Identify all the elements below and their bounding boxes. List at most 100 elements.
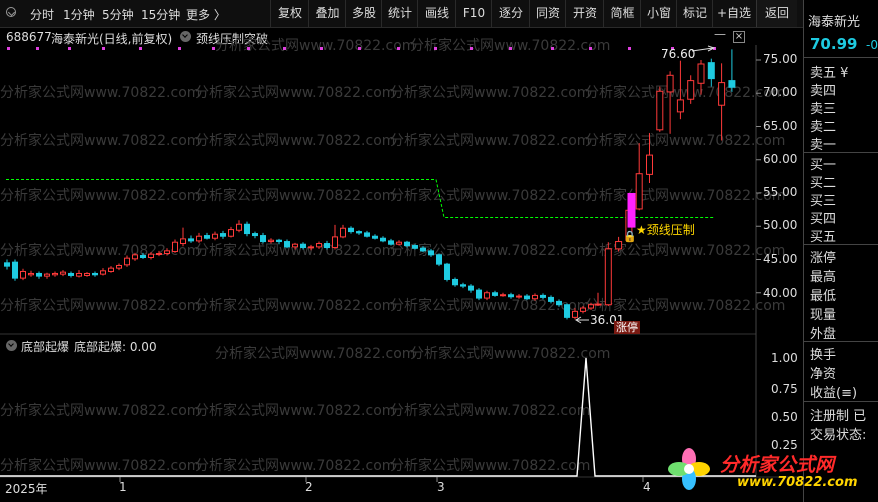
candle-body bbox=[452, 278, 458, 286]
candle-body bbox=[212, 233, 218, 239]
high-row: 最高 bbox=[810, 270, 837, 285]
indicator-tick: 0.75 bbox=[771, 382, 798, 396]
pinwheel-logo-icon bbox=[668, 448, 710, 490]
signal-dot bbox=[589, 47, 592, 50]
signal-dot bbox=[7, 47, 10, 50]
candle-body bbox=[428, 250, 434, 256]
signal-dot bbox=[68, 47, 71, 50]
candle-body bbox=[116, 264, 122, 269]
candle-body bbox=[492, 292, 498, 296]
candle-body bbox=[20, 270, 26, 279]
signal-dot bbox=[212, 47, 215, 50]
limit-up-row: 涨停 bbox=[810, 251, 837, 266]
time-axis-month: 1 bbox=[119, 480, 127, 494]
candle-body bbox=[572, 310, 578, 318]
candle-body bbox=[228, 229, 234, 237]
divider bbox=[804, 401, 878, 402]
candle-body bbox=[444, 263, 450, 280]
candle-body bbox=[436, 254, 442, 265]
indicator-panel-value: 底部起爆: 0.00 bbox=[74, 340, 157, 354]
time-axis-month: 2 bbox=[305, 480, 313, 494]
candle-body bbox=[172, 241, 178, 253]
candle-body bbox=[348, 227, 354, 233]
candle-body bbox=[718, 82, 726, 106]
candle-body bbox=[268, 239, 274, 243]
candle-body bbox=[44, 273, 50, 277]
time-axis-month: 4 bbox=[643, 480, 651, 494]
signal-dot bbox=[36, 47, 39, 50]
candle-body bbox=[516, 295, 522, 298]
time-axis-month: 3 bbox=[437, 480, 445, 494]
signal-dot bbox=[283, 47, 286, 50]
logo-url: www.70822.com bbox=[737, 475, 858, 490]
candle-body bbox=[508, 294, 514, 298]
candle-body bbox=[52, 272, 58, 276]
signal-dot bbox=[247, 47, 250, 50]
candle-body bbox=[604, 248, 612, 306]
candle-body bbox=[220, 233, 226, 237]
candle-body bbox=[340, 227, 346, 238]
chevron-down-icon[interactable] bbox=[6, 340, 17, 351]
candle-body bbox=[4, 262, 10, 267]
breakout-signal-bar bbox=[627, 193, 636, 228]
signal-dot bbox=[551, 47, 554, 50]
candle-body bbox=[180, 238, 186, 245]
candle-body bbox=[204, 235, 210, 239]
candle-body bbox=[697, 63, 705, 84]
candle-body bbox=[252, 233, 258, 237]
candle-body bbox=[292, 243, 298, 248]
price-tick: 70.00 bbox=[763, 85, 798, 99]
candle-body bbox=[635, 173, 643, 210]
candle-body bbox=[332, 236, 338, 249]
candle-body bbox=[188, 238, 194, 242]
neckline-path bbox=[6, 179, 715, 218]
candle-body bbox=[548, 296, 554, 302]
signal-dot bbox=[628, 47, 631, 50]
price-tick: 55.00 bbox=[763, 185, 798, 199]
divider bbox=[804, 341, 878, 342]
high-price-label: 76.60 bbox=[661, 47, 696, 61]
candle-body bbox=[236, 223, 242, 231]
candle-body bbox=[276, 239, 282, 243]
neckline-label: ★颈线压制 bbox=[636, 223, 695, 237]
candle-body bbox=[656, 90, 664, 131]
candle-body bbox=[615, 241, 623, 250]
net-asset-row: 净资 bbox=[810, 367, 837, 382]
signal-dot bbox=[102, 47, 105, 50]
stock-name: 海泰新光 bbox=[808, 15, 861, 30]
signal-dot bbox=[470, 47, 473, 50]
candle-body bbox=[68, 272, 74, 276]
candle-body bbox=[676, 99, 684, 113]
signal-dot bbox=[139, 47, 142, 50]
candle-body bbox=[412, 245, 418, 249]
buy-3: 买三 bbox=[810, 194, 837, 209]
signal-dot bbox=[509, 47, 512, 50]
candle-body bbox=[284, 241, 290, 248]
price-tick: 60.00 bbox=[763, 152, 798, 166]
signal-dots bbox=[7, 47, 716, 50]
price-tick: 65.00 bbox=[763, 119, 798, 133]
candle-body bbox=[76, 272, 82, 277]
signal-dot bbox=[434, 47, 437, 50]
divider bbox=[804, 244, 878, 245]
registration-row: 注册制 已 bbox=[810, 409, 867, 424]
candle-body bbox=[60, 271, 66, 275]
indicator-series bbox=[0, 357, 756, 477]
divider bbox=[804, 57, 878, 58]
signal-dot bbox=[178, 47, 181, 50]
kline-chart[interactable] bbox=[0, 0, 803, 502]
stock-chart-app: 分时 1分钟 5分钟 15分钟 更多 〉 复权 叠加 多股 统计 画线 F10 … bbox=[0, 0, 878, 502]
candle-body bbox=[646, 154, 653, 175]
candle-body bbox=[468, 285, 474, 291]
candle-body bbox=[594, 303, 602, 306]
candle-body bbox=[156, 253, 162, 256]
candle-body bbox=[580, 307, 586, 312]
logo-title: 分析家公式网 bbox=[720, 454, 835, 476]
buy-5: 买五 bbox=[810, 230, 837, 245]
candle-body bbox=[12, 261, 18, 279]
candle-body bbox=[728, 80, 736, 88]
earnings-row: 收益(≡) bbox=[810, 386, 858, 401]
signal-dot bbox=[358, 47, 361, 50]
candle-body bbox=[36, 272, 42, 277]
divider bbox=[804, 152, 878, 153]
